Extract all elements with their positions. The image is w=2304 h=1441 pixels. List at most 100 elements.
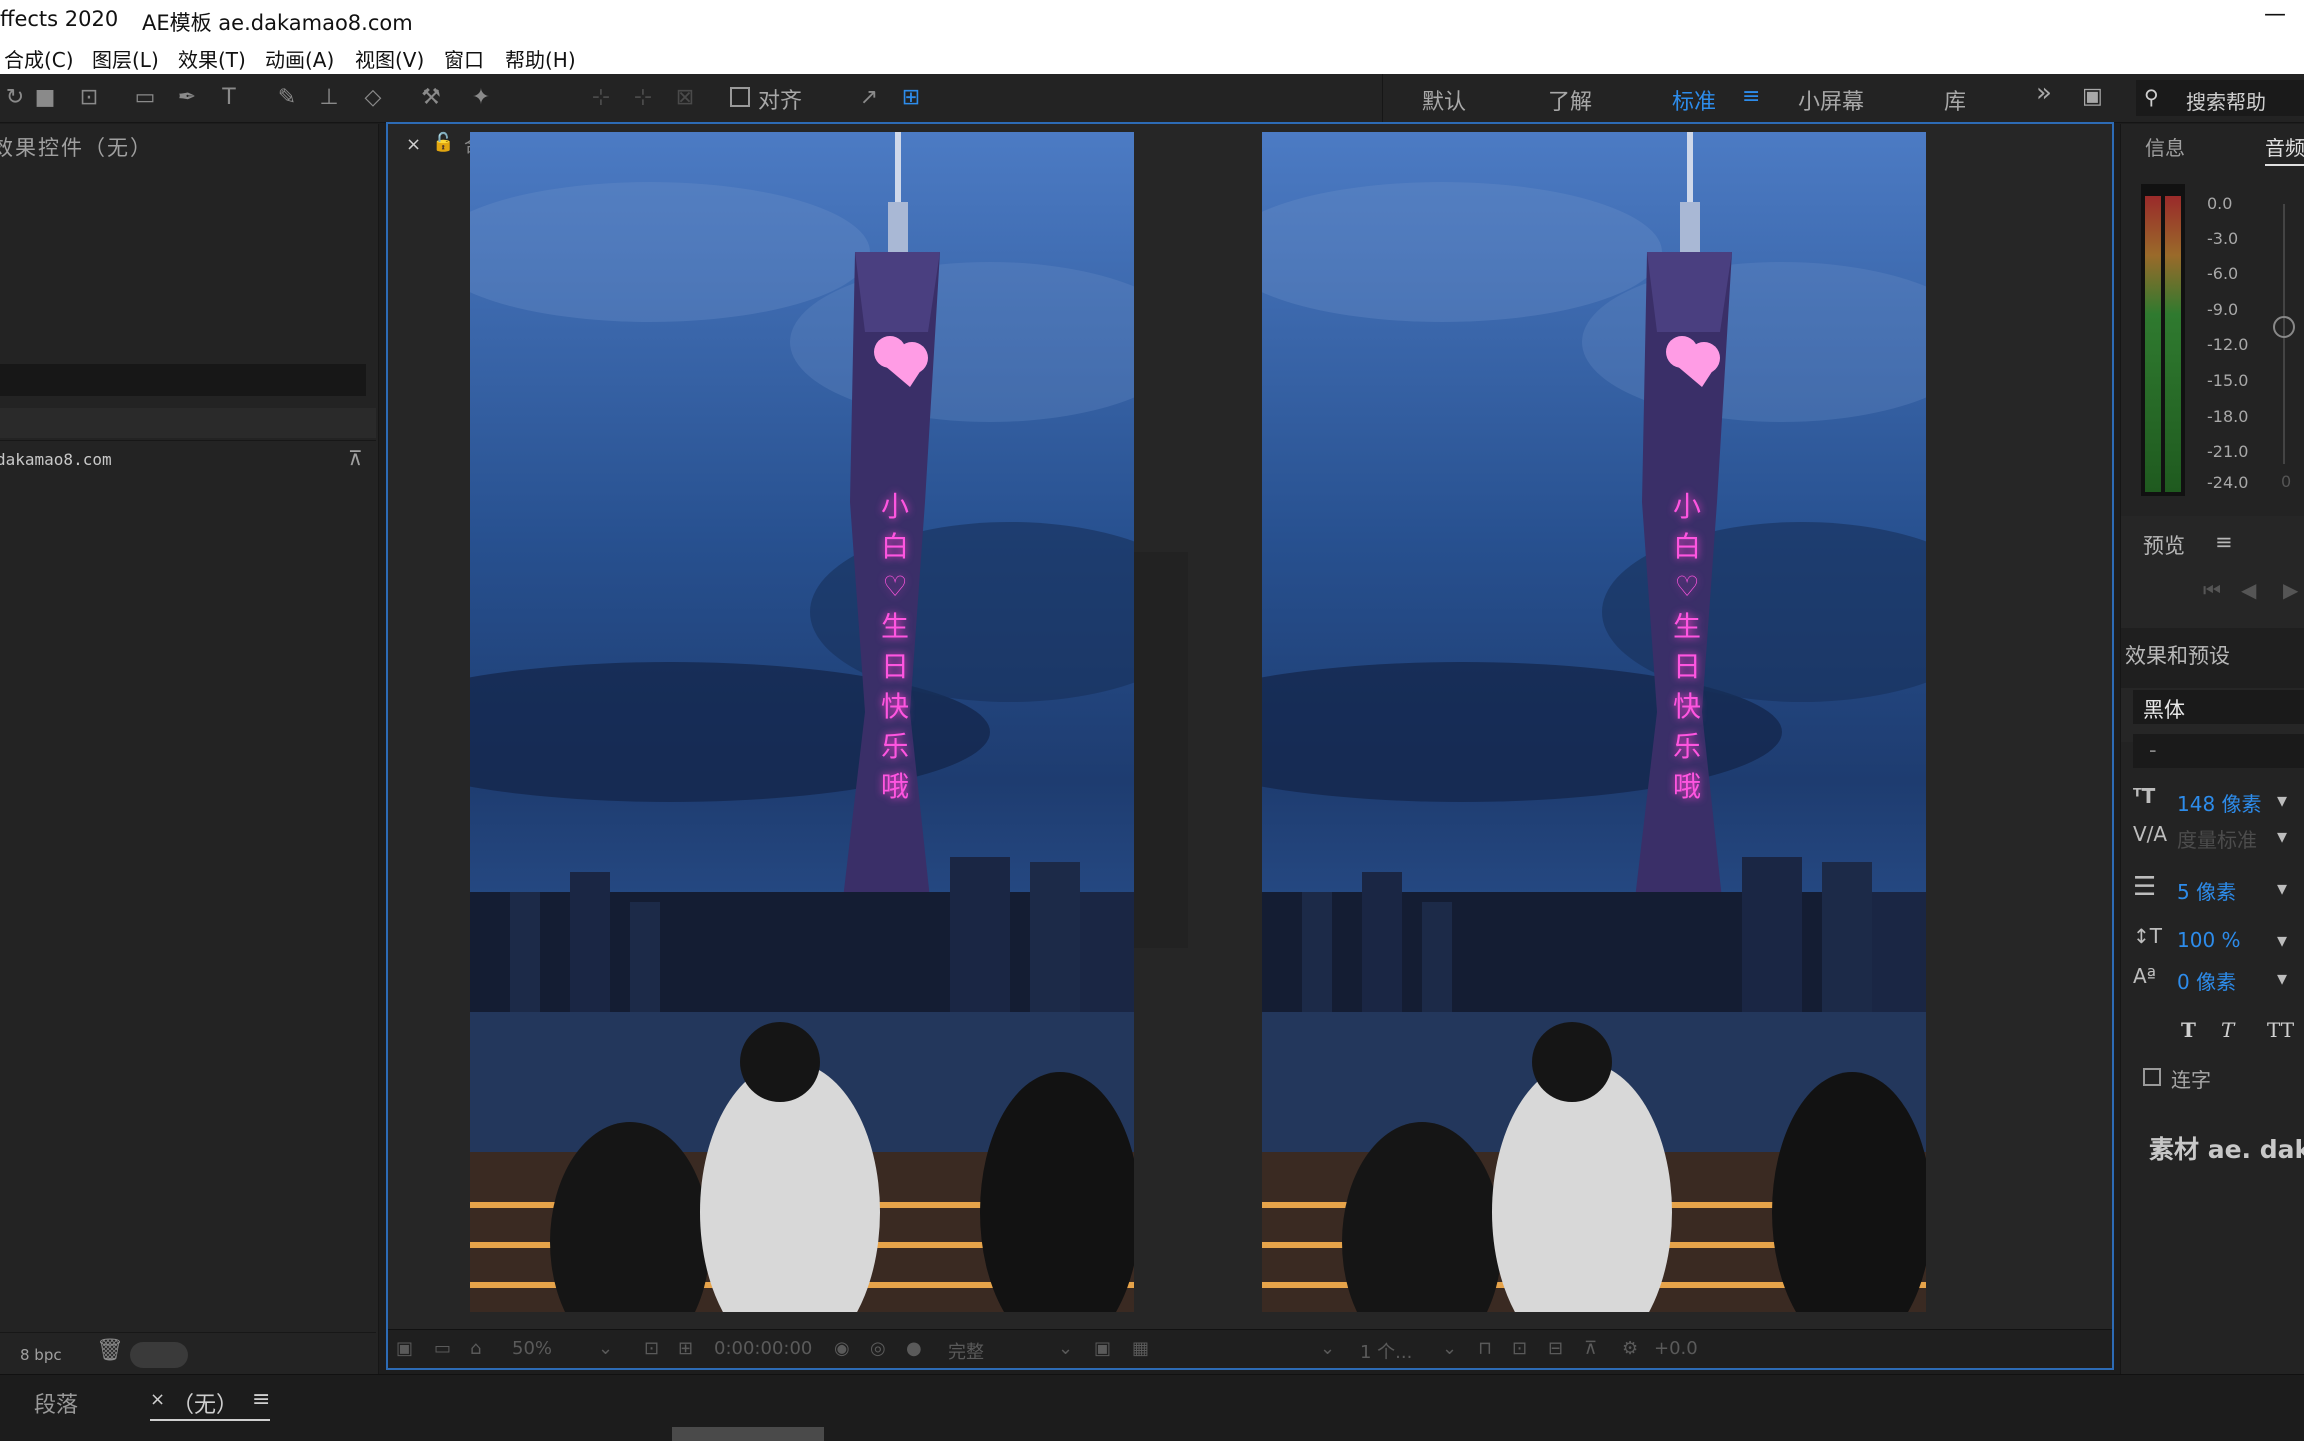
tracking-value[interactable]: 度量标准 <box>2177 824 2257 853</box>
exposure-value[interactable]: +0.0 <box>1654 1338 1698 1359</box>
meter-label: -18.0 <box>2207 407 2249 426</box>
font-style-select[interactable]: - <box>2133 734 2304 768</box>
channel-icon[interactable]: ● <box>906 1338 922 1359</box>
view-axis-icon[interactable]: ⊠ <box>670 84 700 112</box>
audio-tab[interactable]: 音频 <box>2265 132 2304 161</box>
workspace-learn[interactable]: 了解 <box>1548 84 1592 116</box>
snap-features-icon[interactable]: ⊞ <box>896 84 926 112</box>
comp-frame-left[interactable]: 小 白 ♡ 生 日 快 乐 哦 <box>470 132 1134 1312</box>
align-checkbox[interactable] <box>730 87 750 107</box>
neon-char: 哦 <box>880 770 909 803</box>
snapshot-icon[interactable]: ◉ <box>834 1338 850 1359</box>
rotate-tool-icon[interactable]: ↻ <box>0 84 30 112</box>
tab-menu-icon[interactable]: ≡ <box>252 1387 270 1412</box>
puppet-pin-tool-icon[interactable]: ✦ <box>466 84 496 112</box>
workspace-settings-icon[interactable]: ▣ <box>2082 84 2103 109</box>
search-field[interactable] <box>0 364 366 396</box>
rectangle-tool-icon[interactable]: ▭ <box>130 84 160 112</box>
workspace-standard[interactable]: 标准 <box>1672 84 1716 116</box>
baseline-shift-dropdown-icon[interactable]: ▾ <box>2277 966 2287 990</box>
camera-dropdown-icon[interactable]: ⌄ <box>1320 1338 1335 1359</box>
workspace-default[interactable]: 默认 <box>1422 84 1466 116</box>
audio-level-meter <box>2141 184 2185 496</box>
workspace-small-screen[interactable]: 小屏幕 <box>1798 84 1864 116</box>
toggle-pixel-aspect-icon[interactable]: ⊓ <box>1478 1338 1492 1359</box>
menu-composition[interactable]: 合成(C) <box>4 44 74 73</box>
timeline-icon[interactable]: ⊟ <box>1548 1338 1563 1359</box>
timecode[interactable]: 0:00:00:00 <box>714 1338 812 1359</box>
zoom-select[interactable]: 50% <box>512 1338 552 1359</box>
font-size-value[interactable]: 148 像素 <box>2177 788 2262 817</box>
minimize-button[interactable]: — <box>2264 2 2286 27</box>
lock-icon[interactable]: 🔓 <box>432 132 454 153</box>
trash-icon[interactable]: 🗑 <box>96 1338 124 1363</box>
info-tab[interactable]: 信息 <box>2145 132 2185 161</box>
resolution-select[interactable]: 完整 <box>948 1338 984 1364</box>
search-icon: ⚲ <box>2144 85 2159 109</box>
vertical-scale-value[interactable]: 100 % <box>2177 928 2241 952</box>
play-icon[interactable]: ▶ <box>2283 578 2298 602</box>
workspace-library[interactable]: 库 <box>1944 84 1966 116</box>
views-select[interactable]: 1 个... <box>1360 1338 1412 1364</box>
stroke-width-value[interactable]: 5 像素 <box>2177 876 2236 905</box>
flowchart-icon[interactable]: ⊼ <box>1584 1338 1597 1359</box>
zoom-dropdown-icon[interactable]: ⌄ <box>598 1338 613 1359</box>
world-axis-icon[interactable]: ⊹ <box>628 84 658 112</box>
fast-preview-icon[interactable]: ⊡ <box>1512 1338 1527 1359</box>
menu-help[interactable]: 帮助(H) <box>505 44 576 73</box>
pan-behind-tool-icon[interactable]: ⊡ <box>74 84 104 112</box>
stroke-dropdown-icon[interactable]: ▾ <box>2277 876 2287 900</box>
preview-menu-icon[interactable]: ≡ <box>2215 530 2233 554</box>
close-tab-icon[interactable]: × <box>406 134 421 155</box>
project-item-name[interactable]: dakamao8.com <box>0 450 112 469</box>
volume-slider-knob[interactable] <box>2273 316 2295 338</box>
tracking-dropdown-icon[interactable]: ▾ <box>2277 824 2287 848</box>
more-workspaces-icon[interactable]: » <box>2036 78 2052 108</box>
workspace-menu-icon[interactable]: ≡ <box>1742 84 1760 109</box>
monitor-icon[interactable]: ▭ <box>434 1338 451 1359</box>
snap-icon[interactable]: ↗ <box>854 84 884 112</box>
views-dropdown-icon[interactable]: ⌄ <box>1442 1338 1457 1359</box>
camera-tool-icon[interactable]: ■ <box>30 84 60 112</box>
show-snapshot-icon[interactable]: ◎ <box>870 1338 886 1359</box>
menu-animation[interactable]: 动画(A) <box>265 44 334 73</box>
resolution-dropdown-icon[interactable]: ⌄ <box>1058 1338 1073 1359</box>
flowchart-icon[interactable]: ⊼ <box>348 446 363 470</box>
transparency-grid-icon[interactable]: ▦ <box>1132 1338 1149 1359</box>
scroll-slider[interactable] <box>130 1342 188 1368</box>
font-size-dropdown-icon[interactable]: ▾ <box>2277 788 2287 812</box>
faux-bold-icon[interactable]: T <box>2181 1018 2196 1042</box>
first-frame-icon[interactable]: ⏮ <box>2203 578 2221 602</box>
menu-effect[interactable]: 效果(T) <box>178 44 246 73</box>
menu-layer[interactable]: 图层(L) <box>92 44 159 73</box>
horizontal-scrollbar[interactable] <box>672 1427 824 1441</box>
search-help-box[interactable]: ⚲ 搜索帮助 <box>2136 80 2304 116</box>
menu-window[interactable]: 窗口 <box>444 44 484 73</box>
region-of-interest-icon[interactable]: ▣ <box>1094 1338 1111 1359</box>
fit-icon[interactable]: ⊡ <box>644 1338 659 1359</box>
vr-icon[interactable]: ⌂ <box>470 1338 481 1359</box>
faux-italic-icon[interactable]: T <box>2221 1018 2234 1042</box>
bit-depth-label[interactable]: 8 bpc <box>20 1346 62 1364</box>
close-tab-icon[interactable]: × <box>150 1389 165 1410</box>
roto-brush-tool-icon[interactable]: ⚒ <box>416 84 446 112</box>
type-tool-icon[interactable]: T <box>214 84 244 112</box>
none-tab[interactable]: （无） <box>172 1387 238 1419</box>
local-axis-icon[interactable]: ⊹ <box>586 84 616 112</box>
exposure-icon[interactable]: ⚙ <box>1622 1338 1638 1359</box>
vertical-scale-dropdown-icon[interactable]: ▾ <box>2277 928 2287 952</box>
always-preview-icon[interactable]: ▣ <box>396 1338 413 1359</box>
prev-frame-icon[interactable]: ◀ <box>2241 578 2256 602</box>
clone-stamp-tool-icon[interactable]: ⊥ <box>314 84 344 112</box>
paragraph-tab[interactable]: 段落 <box>34 1387 78 1419</box>
eraser-tool-icon[interactable]: ◇ <box>358 84 388 112</box>
comp-frame-right[interactable]: 小 白 ♡ 生 日 快 乐 哦 <box>1262 132 1926 1312</box>
pen-tool-icon[interactable]: ✒ <box>172 84 202 112</box>
all-caps-icon[interactable]: TT <box>2267 1018 2294 1042</box>
brush-tool-icon[interactable]: ✎ <box>272 84 302 112</box>
baseline-shift-value[interactable]: 0 像素 <box>2177 966 2236 995</box>
menu-view[interactable]: 视图(V) <box>355 44 424 73</box>
font-family-select[interactable]: 黑体 <box>2133 690 2304 724</box>
grid-icon[interactable]: ⊞ <box>678 1338 693 1359</box>
ligature-checkbox[interactable] <box>2143 1068 2161 1086</box>
